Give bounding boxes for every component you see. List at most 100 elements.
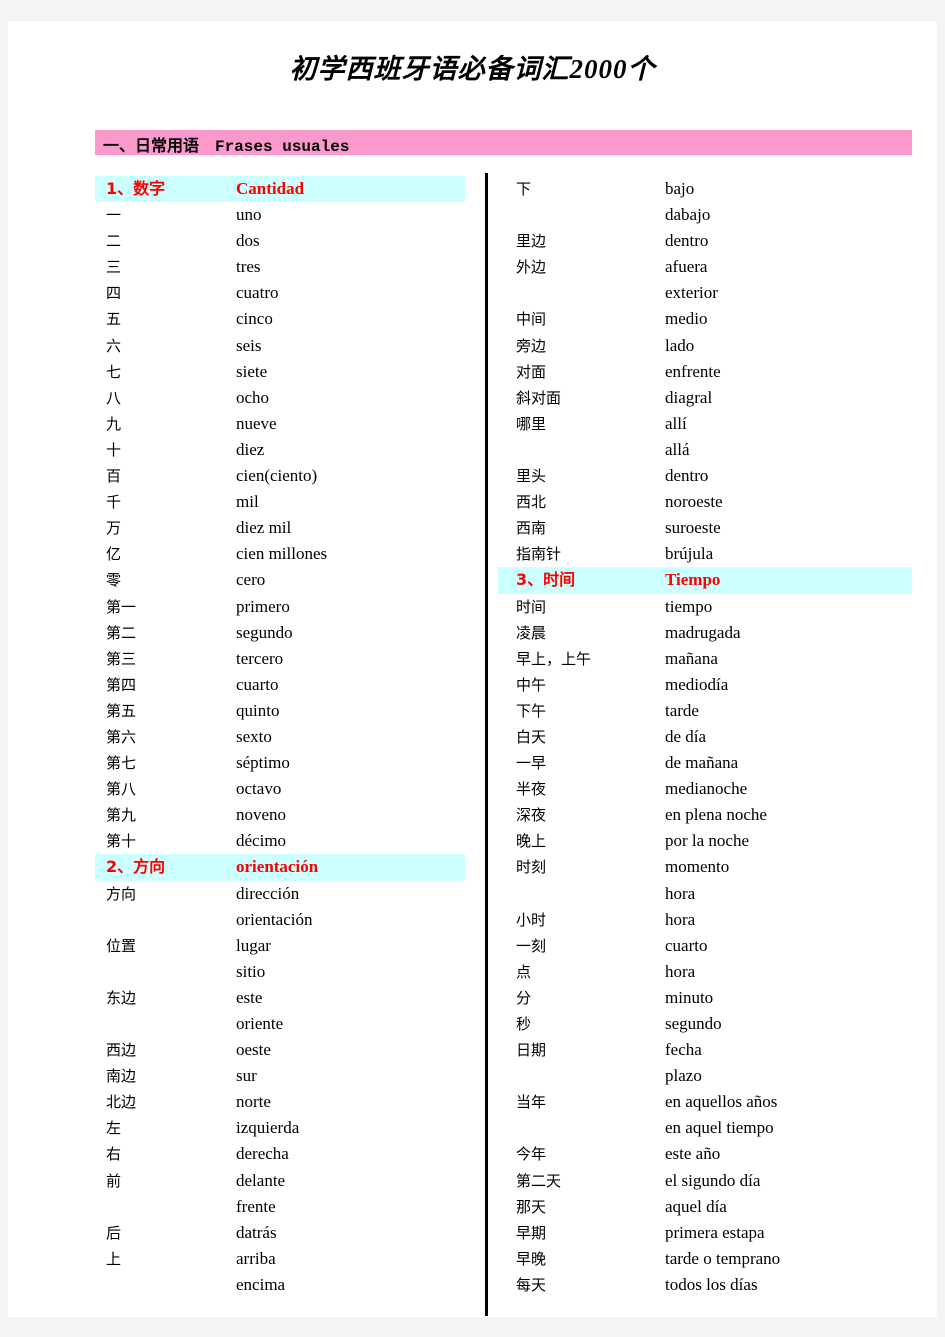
vocabulary-term-es: noveno xyxy=(236,805,287,825)
vocabulary-term-es: séptimo xyxy=(236,753,290,773)
vocabulary-term-es: medio xyxy=(665,309,708,329)
vocabulary-term-es: dabajo xyxy=(665,205,711,225)
vocabulary-term-cn: 千 xyxy=(106,493,122,512)
vocabulary-term-cn: 方向 xyxy=(106,884,137,903)
vocabulary-row: 秒 segundo xyxy=(498,1011,912,1037)
vocabulary-term-es: minuto xyxy=(665,987,714,1007)
vocabulary-row: 第八 octavo xyxy=(95,776,465,802)
vocabulary-row: 里边 dentro xyxy=(498,228,912,254)
vocabulary-term-cn: 中午 xyxy=(516,675,547,694)
vocabulary-term-es: tiempo xyxy=(665,596,713,616)
vocabulary-term-es: mañana xyxy=(665,648,718,668)
vocabulary-column-right: 下 bajo dabajo 里边 dentro 外边 afuera exterior 中间 med… xyxy=(498,176,912,1298)
vocabulary-term-es: madrugada xyxy=(665,622,741,642)
section-label-cn: 1、数字 xyxy=(106,179,166,198)
vocabulary-row: 晚上 por la noche xyxy=(498,828,912,854)
vocabulary-term-es: dos xyxy=(236,231,260,251)
vocabulary-row: 第七 séptimo xyxy=(95,750,465,776)
vocabulary-term-cn: 第二天 xyxy=(516,1171,562,1190)
vocabulary-row: 旁边 lado xyxy=(498,333,912,359)
vocabulary-term-es: décimo xyxy=(236,831,287,851)
vocabulary-row: 南边 sur xyxy=(95,1063,465,1089)
vocabulary-section-header: 1、数字 Cantidad xyxy=(95,176,465,203)
vocabulary-section-header: 3、时间 Tiempo xyxy=(498,567,912,594)
vocabulary-term-es: cien millones xyxy=(236,544,328,564)
vocabulary-row: 七 siete xyxy=(95,359,465,385)
vocabulary-row: 当年 en aquellos años xyxy=(498,1089,912,1115)
vocabulary-term-cn: 四 xyxy=(106,284,122,303)
vocabulary-term-es: plazo xyxy=(665,1066,702,1086)
vocabulary-row: 右 derecha xyxy=(95,1141,465,1167)
vocabulary-term-es: medianoche xyxy=(665,779,748,799)
vocabulary-row: 第二 segundo xyxy=(95,620,465,646)
vocabulary-term-es: suroeste xyxy=(665,518,721,538)
vocabulary-term-es: brújula xyxy=(665,544,714,564)
vocabulary-term-cn: 凌晨 xyxy=(516,623,547,642)
vocabulary-row: 北边 norte xyxy=(95,1089,465,1115)
vocabulary-term-es: diez xyxy=(236,439,265,459)
vocabulary-row: 一早 de mañana xyxy=(498,750,912,776)
vocabulary-term-cn: 晚上 xyxy=(516,832,547,851)
vocabulary-term-es: tarde xyxy=(665,700,699,720)
vocabulary-term-cn: 时间 xyxy=(516,597,547,616)
vocabulary-term-es: afuera xyxy=(665,257,708,277)
vocabulary-term-es: cero xyxy=(236,570,266,590)
vocabulary-term-es: en plena noche xyxy=(665,805,767,825)
vocabulary-term-es: dentro xyxy=(665,466,709,486)
vocabulary-term-cn: 当年 xyxy=(516,1093,547,1112)
vocabulary-term-cn: 十 xyxy=(106,440,122,459)
vocabulary-row: 对面 enfrente xyxy=(498,359,912,385)
vocabulary-term-es: arriba xyxy=(236,1248,276,1268)
vocabulary-term-cn: 百 xyxy=(106,467,122,486)
vocabulary-term-es: izquierda xyxy=(236,1118,300,1138)
vocabulary-row: exterior xyxy=(498,280,912,306)
vocabulary-term-es: tarde o temprano xyxy=(665,1248,781,1268)
vocabulary-row: 前 delante xyxy=(95,1168,465,1194)
vocabulary-term-cn: 后 xyxy=(106,1223,122,1242)
vocabulary-row: 零 cero xyxy=(95,567,465,593)
vocabulary-term-es: momento xyxy=(665,857,730,877)
vocabulary-term-cn: 八 xyxy=(106,388,122,407)
vocabulary-term-cn: 早晚 xyxy=(516,1249,547,1268)
section-label-cn: 3、时间 xyxy=(516,570,576,590)
vocabulary-row: 亿 cien millones xyxy=(95,541,465,567)
vocabulary-term-cn: 哪里 xyxy=(516,414,547,433)
vocabulary-term-es: datrás xyxy=(236,1222,277,1242)
vocabulary-term-es: cuarto xyxy=(665,935,708,955)
vocabulary-row: 一 uno xyxy=(95,202,465,228)
vocabulary-term-cn: 上 xyxy=(106,1249,122,1268)
vocabulary-term-es: noroeste xyxy=(665,492,723,512)
vocabulary-row: plazo xyxy=(498,1063,912,1089)
vocabulary-term-cn: 零 xyxy=(106,571,122,590)
vocabulary-term-es: lugar xyxy=(236,935,271,955)
vocabulary-row: 深夜 en plena noche xyxy=(498,802,912,828)
vocabulary-term-es: tercero xyxy=(236,648,284,668)
vocabulary-row: 中间 medio xyxy=(498,306,912,332)
vocabulary-term-es: tres xyxy=(236,257,261,277)
vocabulary-row: 第六 sexto xyxy=(95,724,465,750)
vocabulary-term-es: oeste xyxy=(236,1040,271,1060)
vocabulary-row: 西北 noroeste xyxy=(498,489,912,515)
vocabulary-row: 时间 tiempo xyxy=(498,594,912,620)
vocabulary-row: 那天 aquel día xyxy=(498,1194,912,1220)
vocabulary-row: 白天 de día xyxy=(498,724,912,750)
vocabulary-term-cn: 下 xyxy=(516,180,532,198)
vocabulary-term-es: hora xyxy=(665,961,696,981)
vocabulary-term-cn: 五 xyxy=(106,310,122,329)
vocabulary-term-es: sexto xyxy=(236,726,272,746)
section-label-es: orientación xyxy=(236,857,319,877)
vocabulary-term-es: primero xyxy=(236,596,290,616)
chapter-heading-bar: 一、日常用语 Frases usuales xyxy=(95,130,912,156)
vocabulary-term-cn: 万 xyxy=(106,519,122,538)
vocabulary-term-cn: 一早 xyxy=(516,754,547,773)
vocabulary-term-es: de mañana xyxy=(665,753,739,773)
vocabulary-term-es: allí xyxy=(665,413,687,433)
vocabulary-row: 凌晨 madrugada xyxy=(498,620,912,646)
vocabulary-term-es: segundo xyxy=(665,1014,722,1033)
vocabulary-term-es: octavo xyxy=(236,779,282,799)
vocabulary-term-es: aquel día xyxy=(665,1196,727,1216)
vocabulary-term-cn: 右 xyxy=(106,1145,122,1164)
vocabulary-term-cn: 中间 xyxy=(516,310,547,329)
vocabulary-term-cn: 亿 xyxy=(106,545,122,564)
vocabulary-term-cn: 日期 xyxy=(516,1041,547,1060)
